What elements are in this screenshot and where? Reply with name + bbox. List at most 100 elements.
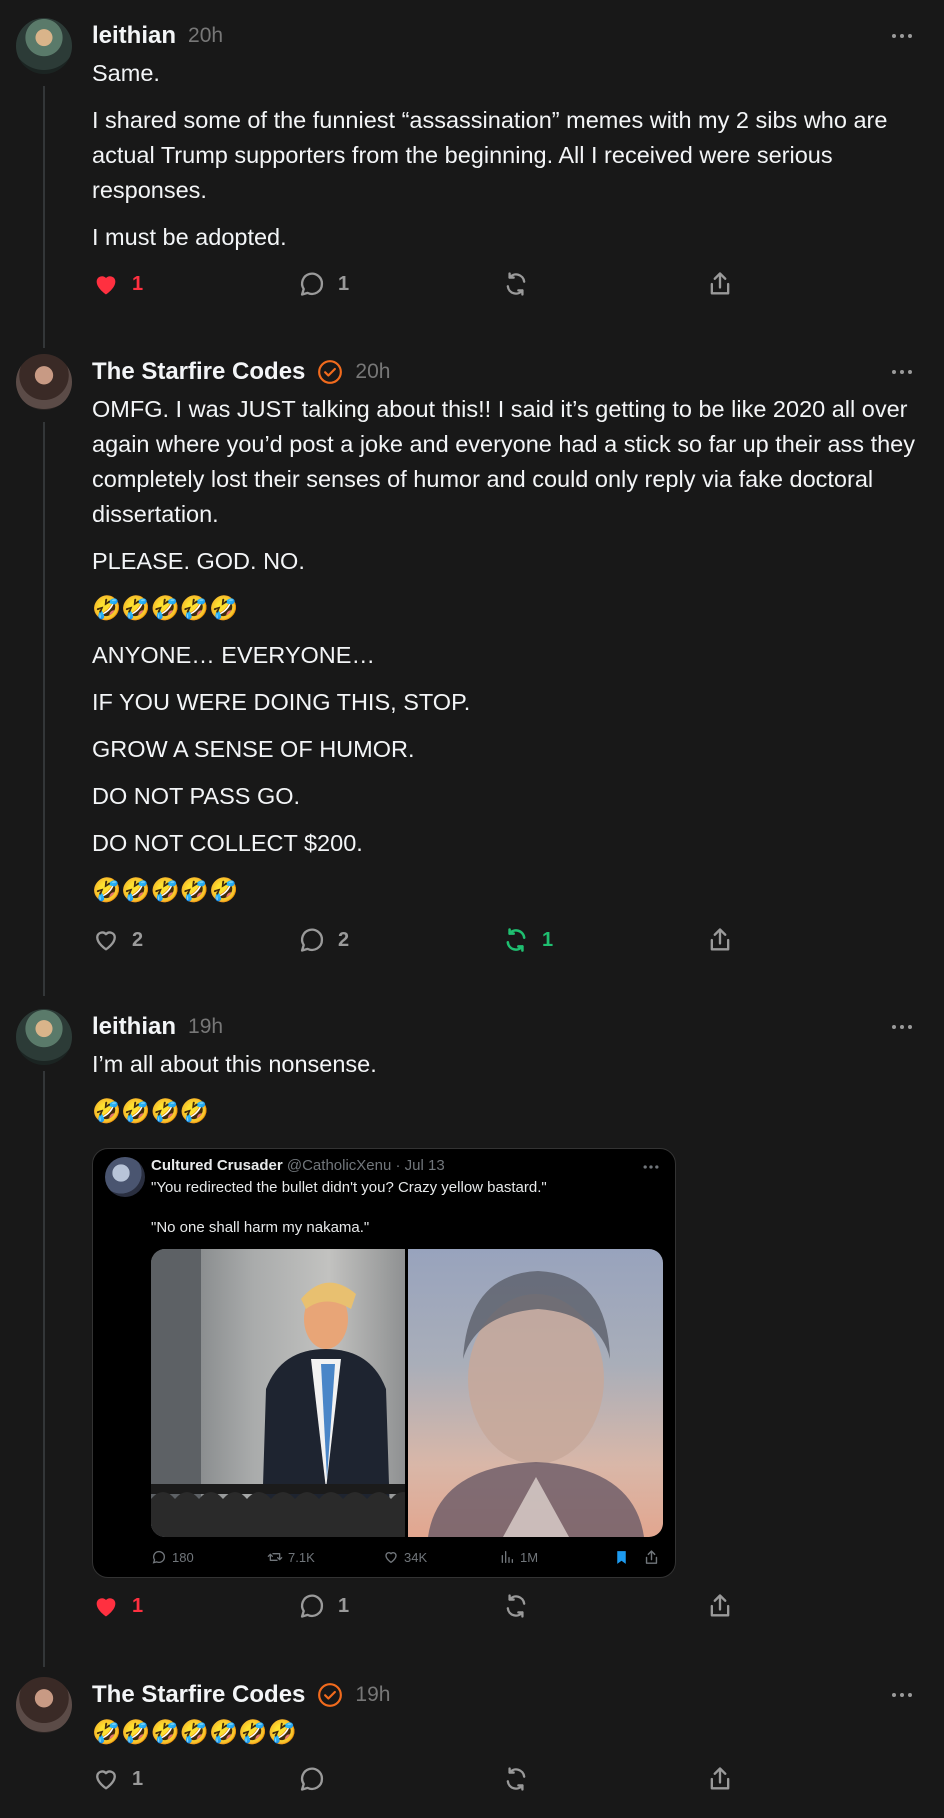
action-bar: 1 1: [92, 270, 792, 302]
post-paragraph: I must be adopted.: [92, 224, 287, 250]
repost-icon: [506, 928, 526, 952]
like-count: 1: [132, 1767, 144, 1790]
post-paragraph: 🤣🤣🤣🤣🤣🤣🤣: [92, 1719, 297, 1745]
post-paragraph: DO NOT COLLECT $200.: [92, 830, 363, 856]
action-bar: 1 1: [92, 1592, 792, 1624]
share-button[interactable]: [706, 270, 734, 298]
photo-placeholder: [151, 1249, 415, 1537]
embed-avatar[interactable]: [105, 1157, 145, 1197]
reply-icon: [300, 1767, 324, 1791]
heart-icon: [96, 1598, 116, 1617]
timestamp[interactable]: 19h: [355, 1683, 390, 1707]
embed-like-count: 34K: [404, 1549, 428, 1565]
share-icon[interactable]: [643, 1549, 660, 1566]
repost-icon: [506, 1767, 526, 1791]
retweet-icon: [267, 1553, 283, 1561]
like-count: 1: [132, 1594, 144, 1617]
timestamp[interactable]: 19h: [188, 1015, 223, 1039]
reply-icon: [300, 272, 324, 296]
post-body: I’m all about this nonsense. 🤣🤣🤣🤣: [92, 1047, 922, 1141]
embed-reply[interactable]: 180: [151, 1549, 194, 1565]
verified-icon: [318, 1683, 343, 1707]
like-button[interactable]: 1: [92, 270, 143, 298]
share-button[interactable]: [706, 1765, 734, 1793]
heart-icon: [96, 931, 116, 951]
thread-line: [43, 86, 45, 348]
post-header: The Starfire Codes 19h: [92, 1679, 390, 1711]
repost-button[interactable]: [502, 1765, 530, 1793]
embed-text-line: "No one shall harm my nakama.": [151, 1219, 370, 1236]
embed-handle[interactable]: @CatholicXenu: [287, 1157, 391, 1174]
share-icon: [710, 1594, 730, 1617]
embed-retweet[interactable]: 7.1K: [267, 1549, 315, 1565]
post-header: The Starfire Codes 20h: [92, 356, 390, 388]
like-count: 1: [132, 272, 144, 295]
post-paragraph: 🤣🤣🤣🤣🤣: [92, 877, 239, 903]
reply-button[interactable]: 1: [298, 1592, 349, 1620]
verified-icon: [318, 360, 343, 384]
post-body: 🤣🤣🤣🤣🤣🤣🤣: [92, 1715, 922, 1762]
username[interactable]: leithian: [92, 22, 176, 50]
post-paragraph: I’m all about this nonsense.: [92, 1051, 377, 1077]
reply-icon: [300, 1594, 324, 1618]
embed-retweet-count: 7.1K: [288, 1549, 315, 1565]
reply-count: 1: [338, 1594, 350, 1617]
repost-count: 1: [542, 928, 554, 951]
timestamp[interactable]: 20h: [188, 24, 223, 48]
reply-button[interactable]: 2: [298, 926, 349, 954]
post-paragraph: OMFG. I was JUST talking about this!! I …: [92, 396, 915, 527]
post-body: Same. I shared some of the funniest “ass…: [92, 56, 922, 267]
heart-icon: [385, 1552, 397, 1564]
repost-icon: [506, 1594, 526, 1618]
reply-button[interactable]: [298, 1765, 326, 1793]
username[interactable]: The Starfire Codes: [92, 358, 305, 386]
repost-button[interactable]: [502, 1592, 530, 1620]
username[interactable]: The Starfire Codes: [92, 1681, 305, 1709]
like-button[interactable]: 1: [92, 1765, 143, 1793]
embed-author-name[interactable]: Cultured Crusader: [151, 1157, 283, 1174]
share-icon: [710, 1767, 730, 1790]
embed-media[interactable]: [151, 1249, 663, 1537]
post-paragraph: DO NOT PASS GO.: [92, 783, 301, 809]
repost-button[interactable]: 1: [502, 926, 553, 954]
post-header: leithian 20h: [92, 20, 223, 52]
like-button[interactable]: 2: [92, 926, 143, 954]
post-paragraph: Same.: [92, 60, 160, 86]
post-header: leithian 19h: [92, 1011, 223, 1043]
post-body: OMFG. I was JUST talking about this!! I …: [92, 392, 922, 920]
avatar[interactable]: [16, 1009, 72, 1065]
post-paragraph: I shared some of the funniest “assassina…: [92, 107, 888, 203]
repost-icon: [506, 272, 526, 296]
action-bar: 2 2 1: [92, 926, 792, 958]
avatar[interactable]: [16, 1677, 72, 1733]
like-button[interactable]: 1: [92, 1592, 143, 1620]
photo-placeholder: [428, 1271, 644, 1537]
more-icon[interactable]: [890, 1015, 914, 1039]
username[interactable]: leithian: [92, 1013, 176, 1041]
reply-button[interactable]: 1: [298, 270, 349, 298]
embed-views-count: 1M: [520, 1549, 539, 1565]
post-paragraph: 🤣🤣🤣🤣: [92, 1098, 210, 1124]
avatar[interactable]: [16, 354, 72, 410]
embed-image-right[interactable]: [408, 1249, 663, 1537]
more-icon[interactable]: [890, 24, 914, 48]
more-icon[interactable]: [641, 1157, 661, 1177]
embed-like[interactable]: 34K: [383, 1549, 427, 1565]
reply-icon: [152, 1550, 166, 1564]
avatar[interactable]: [16, 18, 72, 74]
action-bar: 1: [92, 1765, 792, 1797]
share-button[interactable]: [706, 926, 734, 954]
more-icon[interactable]: [890, 1683, 914, 1707]
share-button[interactable]: [706, 1592, 734, 1620]
embed-image-left[interactable]: [151, 1249, 415, 1537]
embed-views[interactable]: 1M: [499, 1549, 538, 1565]
reply-count: 2: [338, 928, 350, 951]
timestamp[interactable]: 20h: [355, 360, 390, 384]
more-icon[interactable]: [890, 360, 914, 384]
post-paragraph: 🤣🤣🤣🤣🤣: [92, 595, 239, 621]
bookmark-icon[interactable]: [613, 1549, 630, 1566]
embed-date[interactable]: · Jul 13: [396, 1157, 445, 1174]
like-count: 2: [132, 928, 144, 951]
embedded-tweet[interactable]: Cultured Crusader @CatholicXenu · Jul 13…: [92, 1148, 676, 1578]
repost-button[interactable]: [502, 270, 530, 298]
